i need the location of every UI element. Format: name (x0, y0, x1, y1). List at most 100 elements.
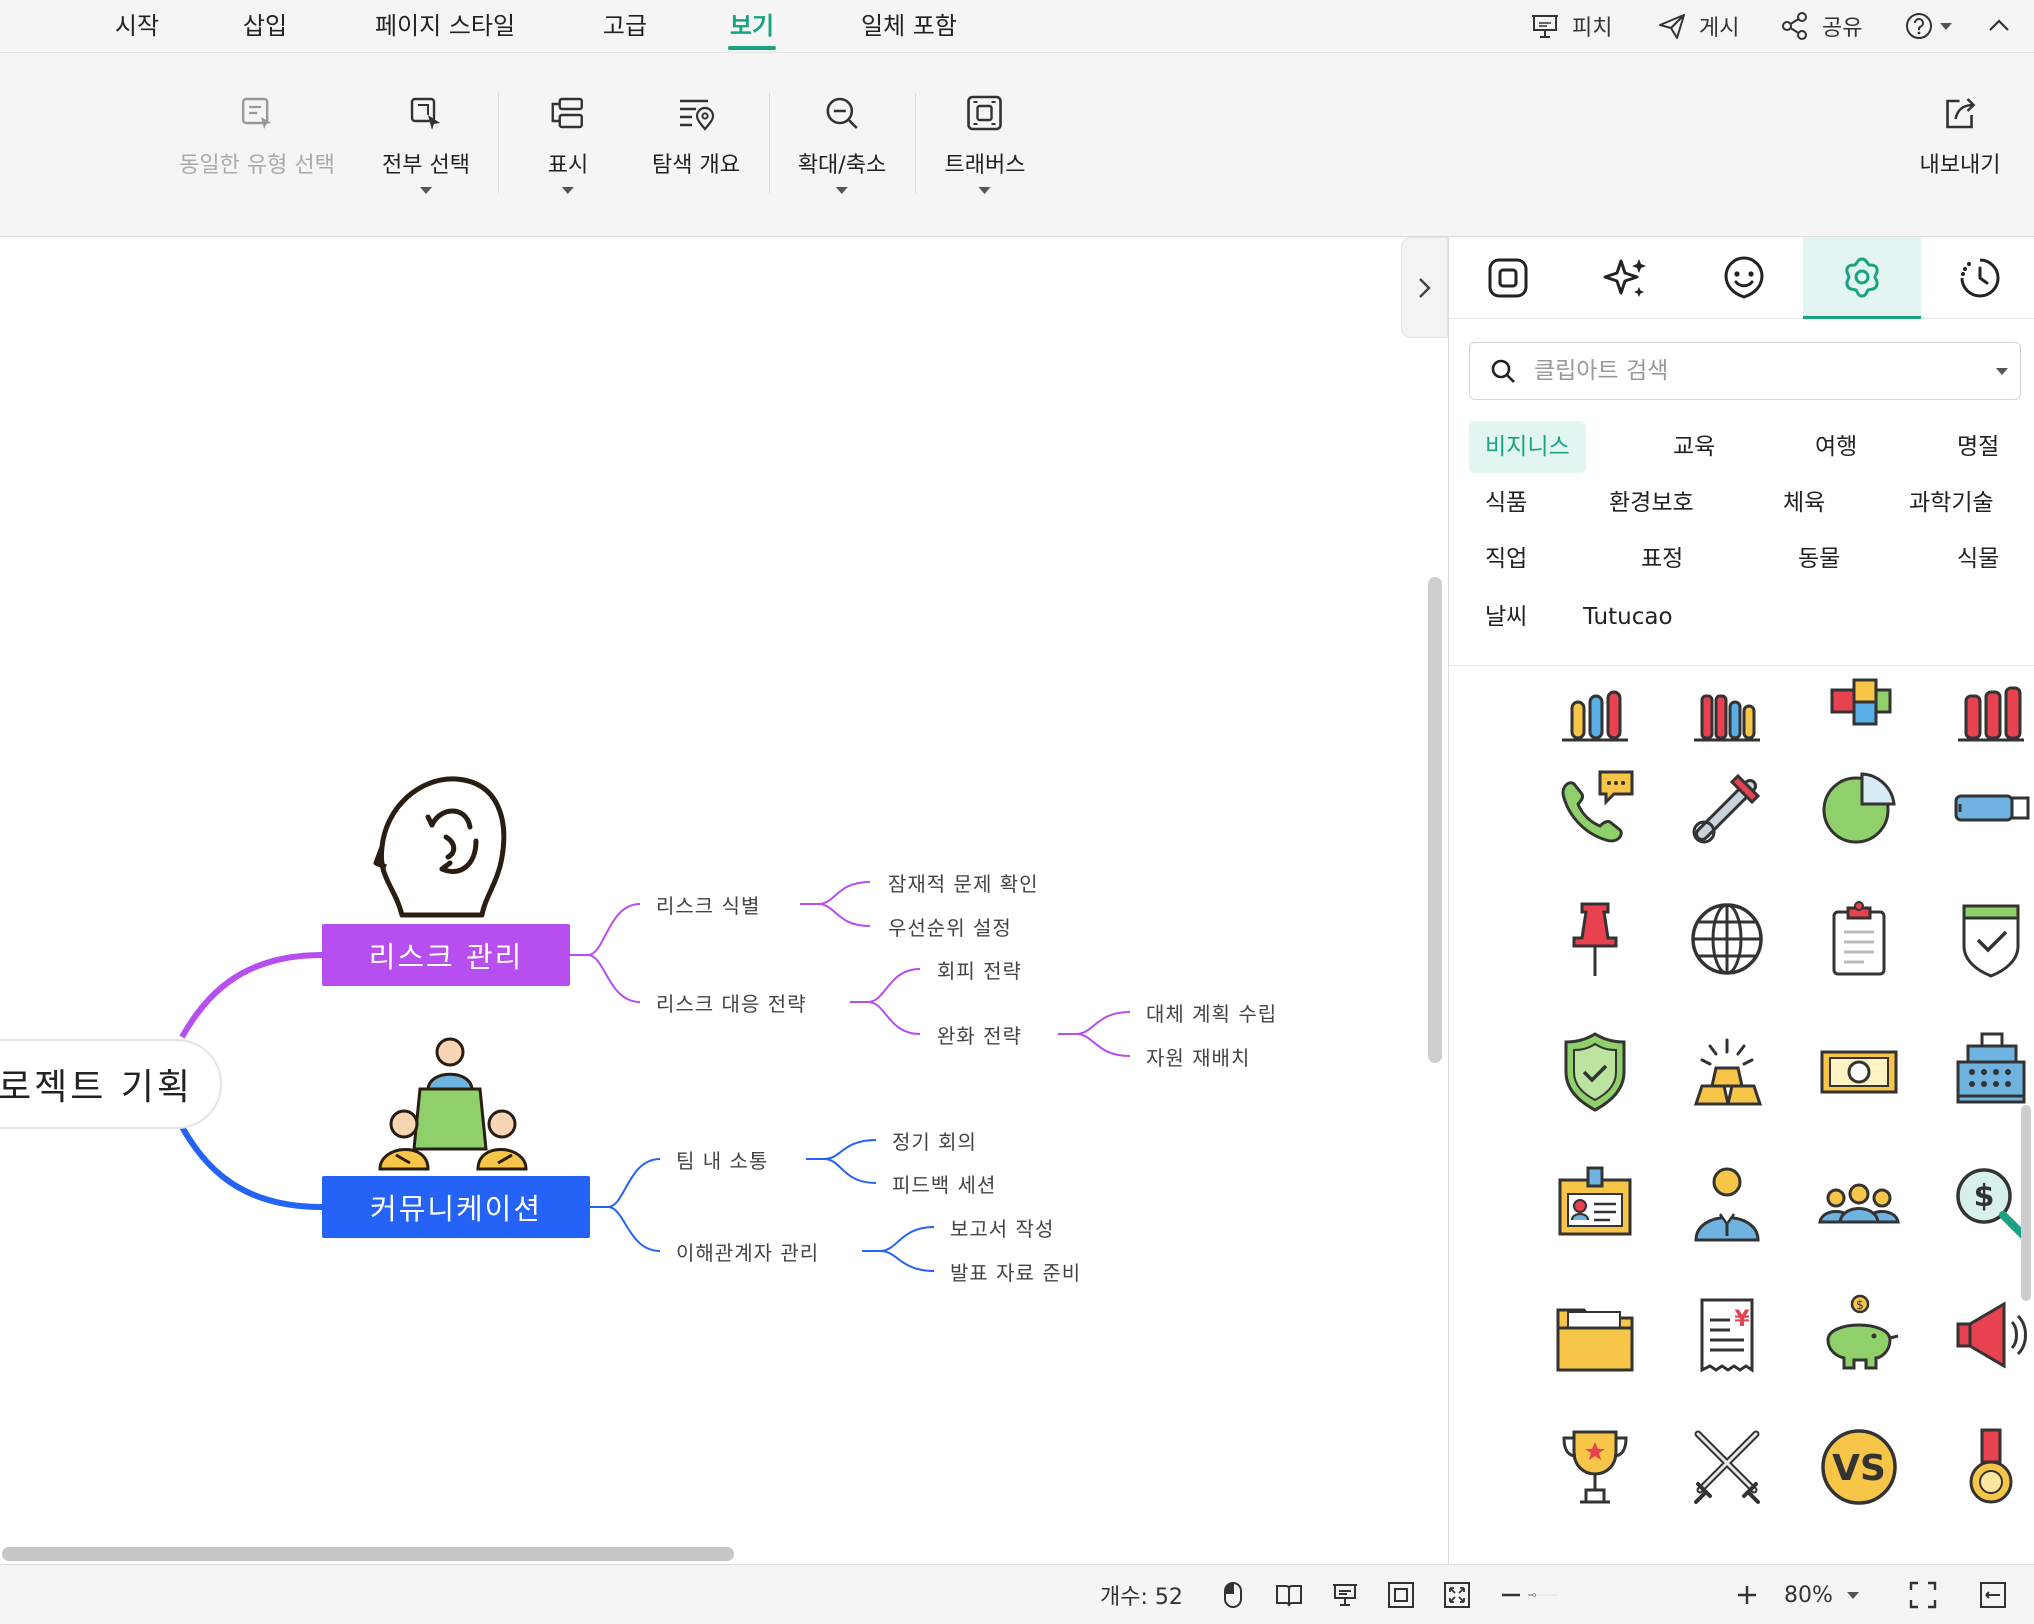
category-weather[interactable]: 날씨 (1469, 591, 1543, 643)
pitch-button[interactable]: 피치 (1530, 8, 1612, 44)
clipart-item[interactable] (1941, 757, 2034, 857)
tab-insert[interactable]: 삽입 (243, 8, 287, 48)
canvas-vertical-scrollbar[interactable] (1428, 577, 1442, 1063)
leaf-topic[interactable]: 보고서 작성 (950, 1213, 1054, 1242)
branch-topic-risk[interactable]: 리스크 관리 (322, 924, 570, 986)
panel-tab-ai-sparkle[interactable] (1567, 237, 1685, 319)
clipart-search-input[interactable] (1534, 358, 1974, 384)
presentation-button[interactable] (1330, 1577, 1360, 1613)
tab-home[interactable]: 시작 (115, 8, 159, 48)
category-holiday[interactable]: 명절 (1941, 421, 2015, 473)
zoom-out-button[interactable] (1496, 1577, 1526, 1613)
tab-advanced[interactable]: 고급 (603, 8, 647, 48)
export-button[interactable]: 내보내기 (1920, 93, 2000, 223)
clipart-item[interactable] (1677, 1021, 1777, 1121)
clipart-item[interactable] (1809, 1021, 1909, 1121)
subtopic[interactable]: 팀 내 소통 (676, 1145, 768, 1174)
clipart-item[interactable] (1941, 889, 2034, 989)
book-view-button[interactable] (1274, 1577, 1304, 1613)
category-occupation[interactable]: 직업 (1469, 533, 1543, 585)
clipart-item[interactable] (1545, 757, 1645, 857)
leaf-topic[interactable]: 자원 재배치 (1146, 1042, 1250, 1071)
clipart-item[interactable] (1809, 757, 1909, 857)
category-plants[interactable]: 식물 (1941, 533, 2015, 585)
publish-button[interactable]: 게시 (1657, 8, 1739, 44)
panel-vertical-scrollbar[interactable] (2021, 1105, 2031, 1301)
category-sports[interactable]: 체육 (1767, 477, 1841, 529)
clipart-item[interactable] (1545, 1021, 1645, 1121)
fullscreen-button[interactable] (1908, 1577, 1938, 1613)
category-business[interactable]: 비지니스 (1469, 421, 1586, 473)
category-food[interactable]: 식품 (1469, 477, 1543, 529)
zoom-level-select[interactable]: 80% (1784, 1577, 1859, 1613)
select-same-type-button[interactable]: 동일한 유형 선택 (179, 93, 335, 223)
panel-tab-clipart[interactable] (1803, 237, 1921, 319)
fit-width-button[interactable] (1442, 1577, 1472, 1613)
category-education[interactable]: 교육 (1657, 421, 1731, 473)
clipart-item[interactable] (1677, 1153, 1777, 1253)
share-button[interactable]: 공유 (1780, 8, 1862, 44)
leaf-topic[interactable]: 회피 전략 (937, 955, 1022, 984)
panel-collapse-toggle[interactable] (1401, 237, 1448, 338)
leaf-topic[interactable]: 피드백 세션 (892, 1169, 996, 1198)
clipart-item[interactable] (1809, 889, 1909, 989)
collapse-panel-button[interactable] (1978, 1577, 2008, 1613)
leaf-topic[interactable]: 발표 자료 준비 (950, 1257, 1081, 1286)
clipart-item[interactable]: VS (1809, 1417, 1909, 1517)
leaf-topic[interactable]: 정기 회의 (892, 1126, 977, 1155)
search-dropdown-caret[interactable] (1996, 368, 2008, 375)
clipart-item[interactable] (1677, 1417, 1777, 1517)
help-button[interactable] (1904, 8, 1952, 44)
category-expression[interactable]: 표정 (1625, 533, 1699, 585)
tab-page-style[interactable]: 페이지 스타일 (375, 8, 515, 48)
category-tutucao[interactable]: Tutucao (1567, 591, 1689, 643)
clipart-item[interactable] (1677, 889, 1777, 989)
category-technology[interactable]: 과학기술 (1893, 477, 2010, 529)
tab-view[interactable]: 보기 (727, 8, 777, 50)
panel-tab-frame[interactable] (1449, 237, 1567, 319)
category-travel[interactable]: 여행 (1799, 421, 1873, 473)
leaf-topic[interactable]: 우선순위 설정 (888, 912, 1012, 941)
clipart-item[interactable] (1677, 757, 1777, 857)
clipart-search[interactable] (1469, 342, 2021, 400)
leaf-topic[interactable]: 잠재적 문제 확인 (888, 868, 1039, 897)
clipart-item[interactable] (1809, 1153, 1909, 1253)
zoom-in-button[interactable] (1732, 1577, 1762, 1613)
subtopic[interactable]: 완화 전략 (937, 1020, 1022, 1049)
clipart-item[interactable] (1545, 667, 1645, 757)
clipart-item[interactable] (1545, 889, 1645, 989)
zoom-slider[interactable] (1528, 1577, 1728, 1613)
fit-page-button[interactable] (1386, 1577, 1416, 1613)
clipart-item[interactable]: ¥ (1677, 1285, 1777, 1385)
clipart-item[interactable] (1545, 1285, 1645, 1385)
subtopic[interactable]: 이해관계자 관리 (676, 1237, 819, 1266)
branch-topic-communication[interactable]: 커뮤니케이션 (322, 1176, 590, 1238)
clipart-item[interactable] (1545, 1153, 1645, 1253)
clipart-item[interactable] (1941, 1417, 2034, 1517)
traverse-button[interactable]: 트래버스 (945, 93, 1025, 223)
clipart-item[interactable] (1941, 1285, 2034, 1385)
mindmap-canvas[interactable]: 로젝트 기획 리스크 관리 커뮤니케이션 리스크 식별 잠재적 문제 확인 우선… (0, 237, 1448, 1564)
clipart-item[interactable] (1941, 667, 2034, 757)
root-topic[interactable]: 로젝트 기획 (0, 1039, 222, 1129)
subtopic[interactable]: 리스크 대응 전략 (656, 988, 807, 1017)
clipart-item[interactable] (1809, 667, 1909, 757)
clipart-item[interactable] (1677, 667, 1777, 757)
subtopic[interactable]: 리스크 식별 (656, 890, 760, 919)
panel-tab-sticker[interactable] (1685, 237, 1803, 319)
tab-ai[interactable]: 일체 포함 (861, 8, 957, 48)
clipart-item[interactable] (1941, 1021, 2034, 1121)
navigator-button[interactable]: 탐색 개요 (652, 93, 740, 223)
collapse-ribbon-button[interactable] (1984, 8, 2014, 44)
zoom-button[interactable]: 확대/축소 (798, 93, 886, 223)
category-animals[interactable]: 동물 (1782, 533, 1856, 585)
mouse-mode-button[interactable] (1218, 1577, 1248, 1613)
display-button[interactable]: 표시 (548, 93, 588, 223)
clipart-item[interactable] (1545, 1417, 1645, 1517)
select-all-button[interactable]: 전부 선택 (382, 93, 470, 223)
leaf-topic[interactable]: 대체 계획 수립 (1146, 998, 1277, 1027)
canvas-horizontal-scrollbar[interactable] (2, 1547, 734, 1561)
category-environment[interactable]: 환경보호 (1593, 477, 1710, 529)
clipart-item[interactable]: $ (1809, 1285, 1909, 1385)
panel-tab-history[interactable] (1921, 237, 2034, 319)
